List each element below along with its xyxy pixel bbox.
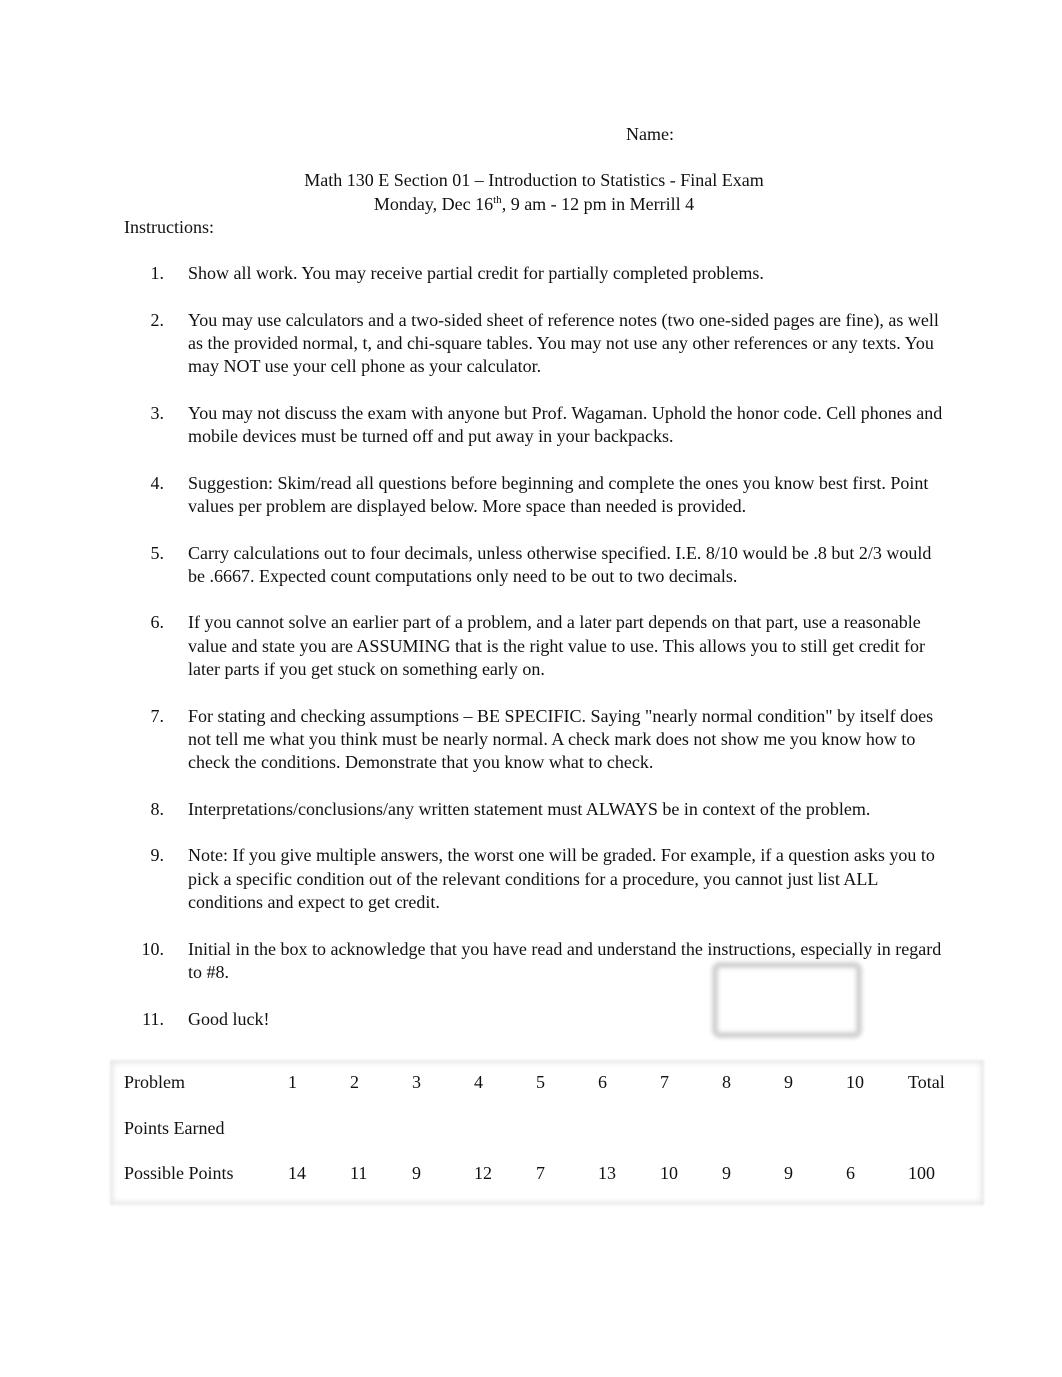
instruction-number: 9.: [150, 845, 165, 866]
instruction-item: 5. Carry calculations out to four decimal…: [150, 542, 950, 589]
points-earned-cell[interactable]: [350, 1106, 412, 1152]
instruction-text: Interpretations/conclusions/any written …: [188, 798, 871, 819]
score-cell: 7: [660, 1072, 669, 1093]
instructions-list: 1. Show all work. You may receive partial…: [142, 262, 950, 1054]
score-cell: 2: [350, 1072, 359, 1093]
score-cell: 9: [784, 1163, 793, 1184]
name-label: Name:: [626, 124, 674, 144]
instruction-number: 4.: [150, 472, 165, 493]
score-row-label: Points Earned: [124, 1117, 225, 1138]
score-cell: 9: [784, 1072, 793, 1093]
instruction-item: 1. Show all work. You may receive partial…: [150, 262, 950, 285]
score-cell: 10: [660, 1163, 678, 1184]
instruction-item: 4. Suggestion: Skim/read all questions be…: [150, 472, 950, 519]
instruction-text: You may not discuss the exam with anyone…: [188, 402, 943, 447]
points-earned-cell[interactable]: [412, 1106, 474, 1152]
instruction-item: 7. For stating and checking assumptions –…: [150, 705, 950, 775]
score-row: Possible Points 14 11 9 12 7 13 10 9 9 6 100: [110, 1151, 978, 1197]
score-cell: 9: [412, 1163, 421, 1184]
instruction-number: 11.: [142, 1008, 164, 1029]
score-cell: 13: [598, 1163, 616, 1184]
score-cell: 8: [722, 1072, 731, 1093]
instruction-text: For stating and checking assumptions – B…: [188, 705, 934, 773]
score-row-label: Problem: [124, 1072, 185, 1093]
score-cell: 7: [536, 1163, 545, 1184]
instruction-number: 5.: [150, 542, 165, 563]
score-cell: 100: [908, 1163, 935, 1184]
points-earned-cell[interactable]: [908, 1106, 978, 1152]
instruction-number: 8.: [150, 798, 165, 819]
score-cell: Total: [908, 1072, 945, 1093]
score-cell: 11: [350, 1163, 368, 1184]
instruction-item: 8. Interpretations/conclusions/any writte…: [150, 798, 950, 821]
instruction-text: Note: If you give multiple answers, the …: [188, 845, 935, 913]
score-cell: 1: [288, 1072, 297, 1093]
instructions-heading: Instructions:: [124, 217, 214, 237]
points-earned-cell[interactable]: [288, 1106, 350, 1152]
instruction-number: 3.: [150, 402, 165, 423]
instruction-text: Show all work. You may receive partial c…: [188, 263, 764, 283]
instruction-item: 9. Note: If you give multiple answers, th…: [150, 844, 950, 914]
score-row: Points Earned: [110, 1106, 978, 1152]
time-location-text: , 9 am - 12 pm in Merrill 4: [501, 194, 695, 214]
instruction-text: You may use calculators and a two-sided …: [188, 309, 939, 377]
instruction-number: 1.: [150, 263, 165, 283]
instruction-number: 10.: [141, 938, 165, 959]
points-earned-cell[interactable]: [536, 1106, 598, 1152]
points-earned-cell[interactable]: [598, 1106, 660, 1152]
score-row-label: Possible Points: [124, 1163, 234, 1184]
points-earned-cell[interactable]: [722, 1106, 784, 1152]
points-earned-cell[interactable]: [846, 1106, 908, 1152]
exam-title: Math 130 E Section 01 – Introduction to …: [304, 170, 764, 190]
instruction-item: 6. If you cannot solve an earlier part of…: [150, 611, 950, 681]
points-earned-cell[interactable]: [784, 1106, 846, 1152]
score-row: Problem 1 2 3 4 5 6 7 8 9 10 Total: [110, 1060, 978, 1106]
score-table-body: Problem 1 2 3 4 5 6 7 8 9 10 Total Points Earned Poss…: [110, 1060, 978, 1197]
date-text: Monday, Dec 16: [373, 194, 494, 214]
score-cell: 4: [474, 1072, 483, 1093]
initials-box[interactable]: [712, 962, 862, 1038]
date-suffix: th: [493, 194, 502, 206]
exam-date-location: Monday, Dec 16th, 9 am - 12 pm in Merril…: [0, 194, 1062, 215]
instruction-number: 6.: [150, 612, 165, 633]
instruction-text: If you cannot solve an earlier part of a…: [188, 612, 926, 680]
score-cell: 12: [474, 1163, 492, 1184]
score-cell: 10: [846, 1072, 864, 1093]
score-cell: 9: [722, 1163, 731, 1184]
points-earned-cell[interactable]: [660, 1106, 722, 1152]
instruction-number: 2.: [150, 309, 165, 330]
score-cell: 14: [288, 1163, 306, 1184]
instruction-text: Suggestion: Skim/read all questions befo…: [188, 472, 929, 516]
instruction-text: Carry calculations out to four decimals,…: [188, 542, 932, 586]
instruction-item: 2. You may use calculators and a two-side…: [150, 309, 950, 379]
instruction-text: Good luck!: [188, 1008, 270, 1029]
instruction-item: 3. You may not discuss the exam with anyo…: [150, 402, 950, 449]
points-earned-cell[interactable]: [474, 1106, 536, 1152]
score-cell: 3: [412, 1072, 421, 1093]
score-cell: 5: [536, 1072, 545, 1093]
instruction-number: 7.: [150, 705, 165, 726]
score-cell: 6: [598, 1072, 607, 1093]
score-table: Problem 1 2 3 4 5 6 7 8 9 10 Total Points Earned Poss…: [110, 1060, 984, 1205]
score-cell: 6: [846, 1163, 855, 1184]
